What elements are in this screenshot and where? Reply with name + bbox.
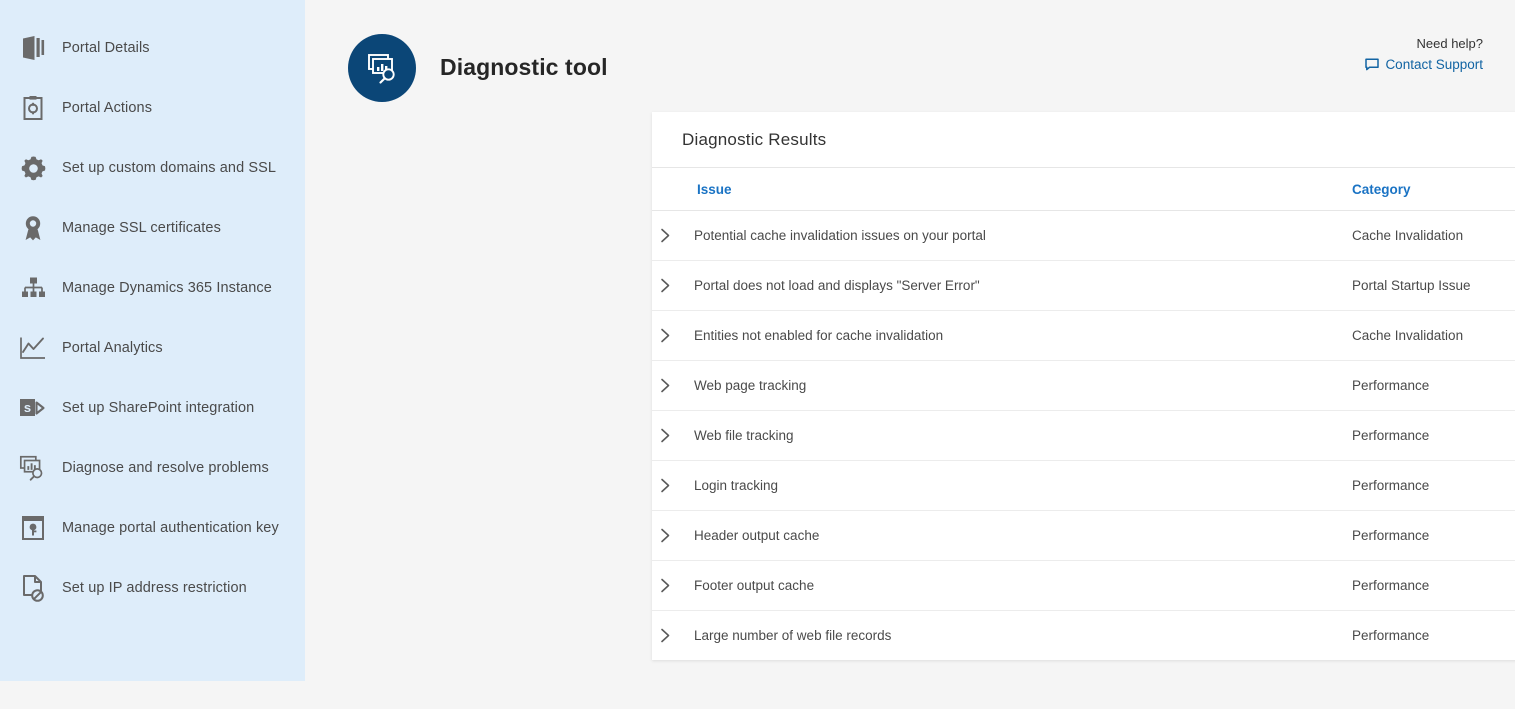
sidebar-item-portal-analytics[interactable]: Portal Analytics — [0, 318, 304, 378]
help-block: Need help? Contact Support — [1365, 36, 1483, 72]
sidebar-item-diagnose-and-resolve-problems[interactable]: Diagnose and resolve problems — [0, 438, 304, 498]
cell-category: Performance — [1352, 411, 1515, 461]
sidebar-item-label: Manage Dynamics 365 Instance — [62, 280, 272, 296]
sidebar: Portal Details Portal Actions Set up cus… — [0, 0, 305, 681]
table-row[interactable]: Entities not enabled for cache invalidat… — [652, 311, 1515, 361]
portal-details-icon — [14, 29, 52, 67]
table-row[interactable]: Footer output cache Performance Pass — [652, 561, 1515, 611]
cell-category: Performance — [1352, 611, 1515, 661]
table-row[interactable]: Portal does not load and displays "Serve… — [652, 261, 1515, 311]
chevron-right-icon[interactable] — [652, 428, 679, 443]
issue-label: Login tracking — [694, 478, 778, 493]
table-row[interactable]: Web page tracking Performance Pass — [652, 361, 1515, 411]
column-header-issue[interactable]: Issue — [652, 168, 1352, 211]
chevron-right-icon[interactable] — [652, 628, 679, 643]
issue-label: Web file tracking — [694, 428, 794, 443]
analytics-chart-icon — [14, 329, 52, 367]
cell-issue: Login tracking — [652, 461, 1352, 511]
sharepoint-icon: s — [14, 389, 52, 427]
contact-support-link[interactable]: Contact Support — [1365, 57, 1483, 72]
sidebar-item-label: Portal Details — [62, 40, 150, 56]
portal-actions-icon — [14, 89, 52, 127]
chevron-right-icon[interactable] — [652, 228, 679, 243]
cell-category: Performance — [1352, 461, 1515, 511]
sidebar-item-label: Set up IP address restriction — [62, 580, 247, 596]
card-header: Diagnostic Results Refresh results — [652, 112, 1515, 167]
cell-issue: Web file tracking — [652, 411, 1352, 461]
column-header-category[interactable]: Category — [1352, 168, 1515, 211]
issue-label: Portal does not load and displays "Serve… — [694, 278, 980, 293]
page-title: Diagnostic tool — [440, 54, 608, 81]
sidebar-item-label: Manage SSL certificates — [62, 220, 221, 236]
sidebar-item-manage-portal-authentication-key[interactable]: Manage portal authentication key — [0, 498, 304, 558]
sidebar-item-label: Portal Actions — [62, 100, 152, 116]
issue-label: Web page tracking — [694, 378, 806, 393]
table-row[interactable]: Potential cache invalidation issues on y… — [652, 211, 1515, 261]
main-inner: Diagnostic tool Need help? Contact Suppo… — [305, 0, 1515, 694]
svg-text:s: s — [24, 400, 31, 415]
sidebar-item-label: Set up custom domains and SSL — [62, 160, 276, 176]
card-title: Diagnostic Results — [682, 130, 826, 150]
authentication-key-icon — [14, 509, 52, 547]
chevron-right-icon[interactable] — [652, 478, 679, 493]
chevron-right-icon[interactable] — [652, 528, 679, 543]
chevron-right-icon[interactable] — [652, 578, 679, 593]
table-body: Potential cache invalidation issues on y… — [652, 211, 1515, 661]
diagnostics-icon — [348, 34, 416, 102]
main-content: Diagnostic tool Need help? Contact Suppo… — [305, 0, 1515, 709]
chevron-right-icon[interactable] — [652, 328, 679, 343]
issue-label: Footer output cache — [694, 578, 814, 593]
org-hierarchy-icon — [14, 269, 52, 307]
cell-category: Cache Invalidation — [1352, 311, 1515, 361]
table-header: Issue Category Result — [652, 168, 1515, 211]
sidebar-item-manage-dynamics-365-instance[interactable]: Manage Dynamics 365 Instance — [0, 258, 304, 318]
table-row[interactable]: Login tracking Performance Pass — [652, 461, 1515, 511]
chevron-right-icon[interactable] — [652, 378, 679, 393]
sidebar-item-label: Manage portal authentication key — [62, 520, 279, 536]
cell-category: Performance — [1352, 561, 1515, 611]
gear-icon — [14, 149, 52, 187]
page-header: Diagnostic tool — [305, 0, 1515, 105]
ip-restriction-icon — [14, 569, 52, 607]
table-header-row: Issue Category Result — [652, 168, 1515, 211]
issue-label: Header output cache — [694, 528, 819, 543]
sidebar-item-label: Set up SharePoint integration — [62, 400, 254, 416]
cell-category: Performance — [1352, 361, 1515, 411]
diagnostic-tool-page: Portal Details Portal Actions Set up cus… — [0, 0, 1515, 709]
need-help-label: Need help? — [1365, 36, 1483, 51]
sidebar-item-label: Diagnose and resolve problems — [62, 460, 269, 476]
cell-issue: Web page tracking — [652, 361, 1352, 411]
issue-label: Potential cache invalidation issues on y… — [694, 228, 986, 243]
chevron-right-icon[interactable] — [652, 278, 679, 293]
contact-support-label: Contact Support — [1385, 57, 1483, 72]
cell-issue: Portal does not load and displays "Serve… — [652, 261, 1352, 311]
cell-category: Portal Startup Issue — [1352, 261, 1515, 311]
cell-issue: Large number of web file records — [652, 611, 1352, 661]
sidebar-item-set-up-ip-address-restriction[interactable]: Set up IP address restriction — [0, 558, 304, 618]
table-row[interactable]: Large number of web file records Perform… — [652, 611, 1515, 661]
sidebar-item-set-up-sharepoint-integration[interactable]: s Set up SharePoint integration — [0, 378, 304, 438]
table-row[interactable]: Header output cache Performance Pass — [652, 511, 1515, 561]
certificate-icon — [14, 209, 52, 247]
cell-issue: Footer output cache — [652, 561, 1352, 611]
sidebar-item-manage-ssl-certificates[interactable]: Manage SSL certificates — [0, 198, 304, 258]
cell-issue: Header output cache — [652, 511, 1352, 561]
table-row[interactable]: Web file tracking Performance Pass — [652, 411, 1515, 461]
diagnostic-results-card: Diagnostic Results Refresh results — [652, 112, 1515, 660]
diagnostics-icon — [14, 449, 52, 487]
chat-bubble-icon — [1365, 58, 1385, 71]
diagnostic-results-table: Issue Category Result Potential cache in… — [652, 167, 1515, 660]
sidebar-item-portal-actions[interactable]: Portal Actions — [0, 78, 304, 138]
cell-category: Performance — [1352, 511, 1515, 561]
cell-issue: Entities not enabled for cache invalidat… — [652, 311, 1352, 361]
sidebar-item-portal-details[interactable]: Portal Details — [0, 18, 304, 78]
sidebar-item-label: Portal Analytics — [62, 340, 163, 356]
issue-label: Entities not enabled for cache invalidat… — [694, 328, 943, 343]
cell-issue: Potential cache invalidation issues on y… — [652, 211, 1352, 261]
cell-category: Cache Invalidation — [1352, 211, 1515, 261]
sidebar-item-set-up-custom-domains-and-ssl[interactable]: Set up custom domains and SSL — [0, 138, 304, 198]
issue-label: Large number of web file records — [694, 628, 891, 643]
